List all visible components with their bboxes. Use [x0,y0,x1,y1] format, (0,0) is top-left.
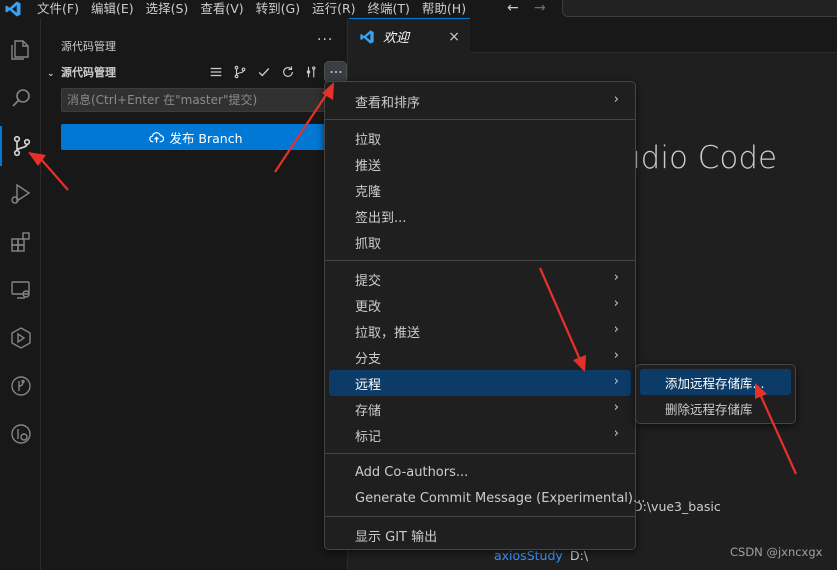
menu-item[interactable]: 运行(R) [306,0,361,18]
commit-message-input[interactable] [61,88,331,112]
menu-item[interactable]: 终端(T) [362,0,416,18]
context-menu-item-label: 存储 [355,403,382,419]
refresh-icon[interactable] [277,62,298,82]
context-menu-item-label: 标记 [355,429,382,445]
run-debug-icon[interactable] [0,174,41,214]
graph-icon[interactable] [301,62,322,82]
chevron-right-icon: › [613,92,619,107]
chevron-right-icon: › [613,296,619,311]
menu-item[interactable]: 帮助(H) [416,0,472,18]
remote-submenu: 添加远程存储库... 删除远程存储库 [635,364,796,424]
context-menu-item[interactable]: Generate Commit Message (Experimental)..… [329,485,645,511]
git-graph-icon[interactable] [0,366,41,406]
context-menu-item-label: 拉取 [355,132,382,148]
recent-folder-path: D:\vue3_basic [633,499,721,514]
source-control-section-header[interactable]: ⌄ 源代码管理 [47,64,116,80]
cloud-upload-icon [149,131,165,143]
menu-item[interactable]: 文件(F) [31,0,85,18]
context-menu-item-label: 推送 [355,158,382,174]
context-menu-item-label: 显示 GIT 输出 [355,529,438,545]
chevron-down-icon: ⌄ [47,69,55,79]
context-menu-item[interactable]: 远程 › [329,370,631,396]
close-icon[interactable]: × [448,29,460,45]
chevron-right-icon: › [613,426,619,441]
explorer-icon[interactable] [0,30,41,70]
context-menu-item-label: 更改 [355,299,382,315]
welcome-title: udio Code [621,140,778,176]
title-bar: 文件(F) 编辑(E) 选择(S) 查看(V) 转到(G) 运行(R) 终端(T) 帮助(H)… [0,0,837,18]
source-control-sidebar: 源代码管理 ··· ⌄ 源代码管理 发布 Branch [41,18,348,570]
branch-icon[interactable] [229,62,250,82]
recent-folder-path: D:\ [570,548,589,563]
publish-branch-button[interactable]: 发布 Branch [61,124,331,150]
recent-folder-link[interactable]: axiosStudy [494,548,563,563]
context-menu-item-label: 提交 [355,273,382,289]
context-menu-item[interactable]: 更改 › [329,292,631,318]
chevron-right-icon: › [613,270,619,285]
context-menu-item[interactable]: 存储 › [329,396,631,422]
search-icon[interactable] [0,78,41,118]
sidebar-title: 源代码管理 [61,40,116,53]
context-menu-item[interactable]: 提交 › [329,266,631,292]
context-menu-item[interactable]: 签出到... [329,203,631,229]
context-menu-item-label: 远程 [355,377,382,393]
publish-branch-label: 发布 Branch [169,130,243,146]
context-menu-item-label: 分支 [355,351,382,367]
context-menu-item-label: 克隆 [355,184,382,200]
extensions-icon[interactable] [0,222,41,262]
go-back-icon[interactable]: ← [507,0,519,16]
context-menu-item[interactable]: Add Co-authors... [329,459,631,485]
testing-icon[interactable] [0,318,41,358]
chevron-right-icon: › [613,322,619,337]
section-title: 源代码管理 [61,66,116,79]
activity-bar [0,18,41,570]
context-menu-item[interactable]: 拉取 [329,125,631,151]
chevron-right-icon: › [613,374,619,389]
menu-item[interactable]: 查看(V) [194,0,249,18]
context-menu-item[interactable]: 标记 › [329,422,631,448]
context-menu-item[interactable]: 推送 [329,151,631,177]
source-control-icon[interactable] [0,126,41,166]
menu-separator [325,260,635,261]
context-menu-item[interactable]: 克隆 [329,177,631,203]
context-menu-item[interactable]: 分支 › [329,344,631,370]
menu-separator [325,119,635,120]
chevron-right-icon: › [613,348,619,363]
sidebar-more-icon[interactable]: ··· [317,32,333,48]
submenu-item[interactable]: 添加远程存储库... [640,369,791,395]
vscode-tab-icon [360,29,374,44]
tab-welcome[interactable]: 欢迎 × [349,18,470,54]
context-menu-item[interactable]: 拉取，推送 › [329,318,631,344]
source-control-toolbar [205,61,347,83]
chevron-right-icon: › [613,400,619,415]
menu-item[interactable]: 选择(S) [140,0,195,18]
menu-separator [325,453,635,454]
view-as-list-icon[interactable] [205,62,226,82]
menu-bar: 文件(F) 编辑(E) 选择(S) 查看(V) 转到(G) 运行(R) 终端(T) 帮助(H) [31,0,472,18]
context-menu-item[interactable]: 抓取 [329,229,631,255]
context-menu-item-label: Add Co-authors... [355,464,469,480]
context-menu-item[interactable]: 查看和排序 › [329,88,631,114]
command-center-search[interactable] [562,0,837,17]
menu-separator [325,516,635,517]
menu-item[interactable]: 编辑(E) [85,0,140,18]
vscode-logo-icon [5,1,21,17]
context-menu-item-label: 拉取，推送 [355,325,421,341]
context-menu-item[interactable]: 显示 GIT 输出 [329,522,631,548]
context-menu-item-label: 查看和排序 [355,95,421,111]
more-actions-menu: 查看和排序 › 拉取 推送 克隆 签出到... 抓取 提交 › 更改 › 拉取，推送 › 分支 › 远程 › 存储… [324,81,645,550]
watermark: CSDN @jxncxgx [730,545,823,559]
context-menu-item-label: 抓取 [355,236,382,252]
context-menu-item-label: Generate Commit Message (Experimental)..… [355,490,646,506]
menu-item[interactable]: 转到(G) [250,0,306,18]
editor-tabs: 欢迎 × [349,18,837,54]
go-forward-icon[interactable]: → [534,0,546,16]
more-actions-icon[interactable] [324,61,347,83]
remote-explorer-icon[interactable] [0,270,41,310]
commit-check-icon[interactable] [253,62,274,82]
context-menu-item-label: 签出到... [355,210,407,226]
tab-label: 欢迎 [383,31,410,46]
gitlens-icon[interactable] [0,414,41,454]
submenu-item[interactable]: 删除远程存储库 [640,395,791,421]
